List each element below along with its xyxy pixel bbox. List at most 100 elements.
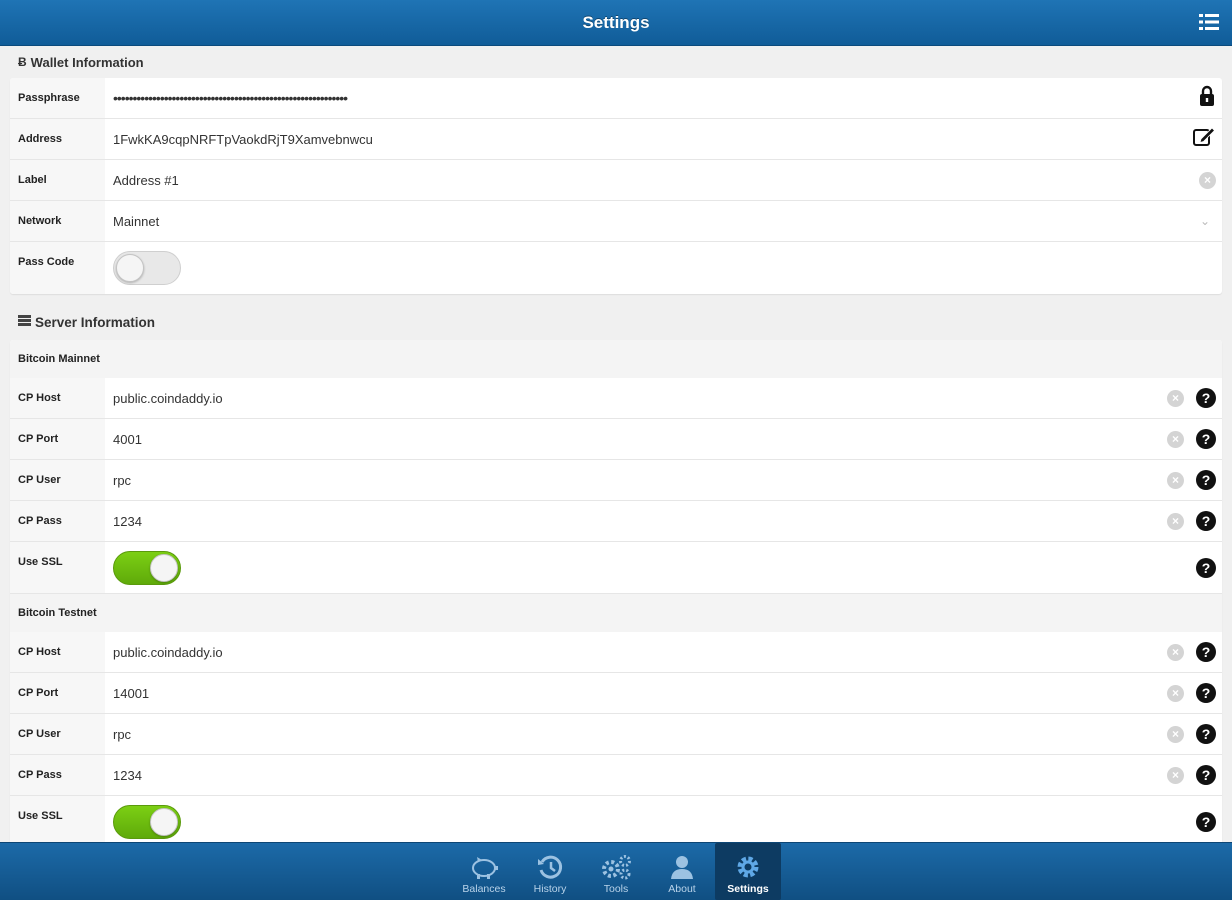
settings-content[interactable]: Ƀ Wallet Information Passphrase ••••••••… xyxy=(0,46,1232,842)
tab-history[interactable]: History xyxy=(517,843,583,900)
port-label: CP Port xyxy=(10,673,105,713)
edit-icon[interactable] xyxy=(1192,126,1216,153)
network-row: Network Mainnet ⌄ xyxy=(10,201,1222,242)
help-icon[interactable]: ? xyxy=(1196,765,1216,785)
piggy-bank-icon xyxy=(472,857,498,879)
server-group: Bitcoin Mainnet CP Host public.coindaddy… xyxy=(10,340,1222,842)
toggle-knob xyxy=(150,808,178,836)
mainnet-port-row: CP Port 4001 × ? xyxy=(10,419,1222,460)
lock-icon[interactable] xyxy=(1198,85,1216,112)
testnet-ssl-toggle[interactable] xyxy=(113,805,181,839)
wallet-group: Passphrase •••••••••••••••••••••••••••••… xyxy=(10,78,1222,294)
ssl-label: Use SSL xyxy=(10,796,105,842)
help-icon[interactable]: ? xyxy=(1196,724,1216,744)
mainnet-user-row: CP User rpc × ? xyxy=(10,460,1222,501)
server-list-icon xyxy=(18,315,31,329)
page-title: Settings xyxy=(582,12,650,32)
tab-label: About xyxy=(668,883,696,895)
mainnet-host-field[interactable]: public.coindaddy.io xyxy=(105,378,1152,418)
mainnet-user-field[interactable]: rpc xyxy=(105,460,1152,500)
mainnet-pass-row: CP Pass 1234 × ? xyxy=(10,501,1222,542)
help-icon[interactable]: ? xyxy=(1196,470,1216,490)
list-icon[interactable] xyxy=(1198,12,1220,34)
passphrase-label: Passphrase xyxy=(10,78,105,118)
address-field[interactable]: 1FwkKA9cqpNRFTpVaokdRjT9Xamvebnwcu xyxy=(105,119,1152,159)
passcode-label: Pass Code xyxy=(10,242,105,294)
testnet-pass-field[interactable]: 1234 xyxy=(105,755,1152,795)
passcode-toggle[interactable] xyxy=(113,251,181,285)
toggle-knob xyxy=(116,254,144,282)
wallet-section-title: Ƀ Wallet Information xyxy=(0,46,1232,78)
clear-icon[interactable]: × xyxy=(1167,643,1184,661)
help-icon[interactable]: ? xyxy=(1196,683,1216,703)
help-icon[interactable]: ? xyxy=(1196,812,1216,832)
passphrase-row: Passphrase •••••••••••••••••••••••••••••… xyxy=(10,78,1222,119)
testnet-ssl-row: Use SSL ? xyxy=(10,796,1222,842)
tab-bar: Balances History Tools About Settings xyxy=(0,842,1232,900)
testnet-port-row: CP Port 14001 × ? xyxy=(10,673,1222,714)
user-label: CP User xyxy=(10,460,105,500)
help-icon[interactable]: ? xyxy=(1196,388,1216,408)
tab-label: Settings xyxy=(727,883,769,895)
testnet-user-field[interactable]: rpc xyxy=(105,714,1152,754)
label-field[interactable]: Address #1 xyxy=(105,160,1152,200)
wallet-section-label: Wallet Information xyxy=(30,54,144,70)
header-bar: Settings xyxy=(0,0,1232,46)
mainnet-ssl-row: Use SSL ? xyxy=(10,542,1222,594)
tab-settings[interactable]: Settings xyxy=(715,843,781,900)
ssl-label: Use SSL xyxy=(10,542,105,593)
tab-label: Balances xyxy=(462,883,506,895)
help-icon[interactable]: ? xyxy=(1196,429,1216,449)
tab-balances[interactable]: Balances xyxy=(451,843,517,900)
tab-label: History xyxy=(533,883,567,895)
tab-about[interactable]: About xyxy=(649,843,715,900)
tab-tools[interactable]: Tools xyxy=(583,843,649,900)
testnet-pass-row: CP Pass 1234 × ? xyxy=(10,755,1222,796)
port-label: CP Port xyxy=(10,419,105,459)
address-label: Address xyxy=(10,119,105,159)
user-icon xyxy=(671,856,693,879)
clear-icon[interactable]: × xyxy=(1167,766,1184,784)
bitcoin-icon: Ƀ xyxy=(18,55,27,69)
server-section-title: Server Information xyxy=(0,294,1232,340)
clear-icon[interactable]: × xyxy=(1167,471,1184,489)
testnet-group-title: Bitcoin Testnet xyxy=(10,594,1222,632)
clear-icon[interactable]: × xyxy=(1199,171,1216,189)
testnet-host-field[interactable]: public.coindaddy.io xyxy=(105,632,1152,672)
help-icon[interactable]: ? xyxy=(1196,511,1216,531)
network-select[interactable]: Mainnet xyxy=(105,201,1152,241)
testnet-user-row: CP User rpc × ? xyxy=(10,714,1222,755)
toggle-knob xyxy=(150,553,178,582)
clear-icon[interactable]: × xyxy=(1167,430,1184,448)
passcode-row: Pass Code xyxy=(10,242,1222,294)
gear-icon xyxy=(737,856,759,878)
label-label: Label xyxy=(10,160,105,200)
network-label: Network xyxy=(10,201,105,241)
help-icon[interactable]: ? xyxy=(1196,642,1216,662)
pass-label: CP Pass xyxy=(10,501,105,541)
testnet-host-row: CP Host public.coindaddy.io × ? xyxy=(10,632,1222,673)
clear-icon[interactable]: × xyxy=(1167,725,1184,743)
mainnet-group-title: Bitcoin Mainnet xyxy=(10,340,1222,378)
help-icon[interactable]: ? xyxy=(1196,557,1216,578)
user-label: CP User xyxy=(10,714,105,754)
clear-icon[interactable]: × xyxy=(1167,512,1184,530)
host-label: CP Host xyxy=(10,378,105,418)
mainnet-host-row: CP Host public.coindaddy.io × ? xyxy=(10,378,1222,419)
clear-icon[interactable]: × xyxy=(1167,684,1184,702)
tab-label: Tools xyxy=(603,883,629,895)
passphrase-field[interactable]: ••••••••••••••••••••••••••••••••••••••••… xyxy=(105,78,1152,118)
pass-label: CP Pass xyxy=(10,755,105,795)
cogs-icon xyxy=(602,855,631,880)
clear-icon[interactable]: × xyxy=(1167,389,1184,407)
mainnet-pass-field[interactable]: 1234 xyxy=(105,501,1152,541)
testnet-port-field[interactable]: 14001 xyxy=(105,673,1152,713)
address-row: Address 1FwkKA9cqpNRFTpVaokdRjT9Xamvebnw… xyxy=(10,119,1222,160)
label-row: Label Address #1 × xyxy=(10,160,1222,201)
mainnet-ssl-toggle[interactable] xyxy=(113,550,181,585)
chevron-down-icon[interactable]: ⌄ xyxy=(1200,214,1210,228)
mainnet-port-field[interactable]: 4001 xyxy=(105,419,1152,459)
server-section-label: Server Information xyxy=(35,314,156,330)
host-label: CP Host xyxy=(10,632,105,672)
history-icon xyxy=(538,855,563,879)
